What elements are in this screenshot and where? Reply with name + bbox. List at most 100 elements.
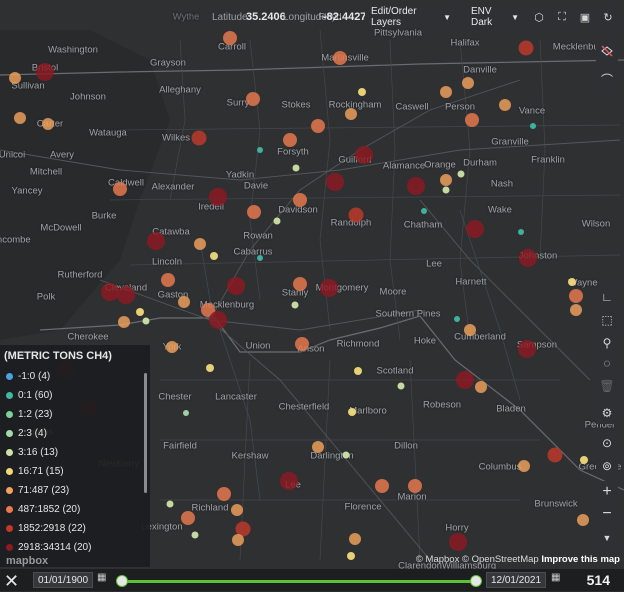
map-style-dropdown[interactable]: ENV Dark ▼ xyxy=(465,6,525,28)
legend-scrollbar[interactable] xyxy=(144,373,147,493)
emission-marker[interactable] xyxy=(118,316,130,328)
emission-marker[interactable] xyxy=(42,118,54,130)
emission-marker[interactable] xyxy=(358,88,366,96)
emission-marker[interactable] xyxy=(568,278,576,286)
lasso-icon[interactable]: ◌ xyxy=(596,352,618,374)
emission-marker[interactable] xyxy=(355,146,373,164)
emission-marker[interactable] xyxy=(462,77,474,89)
emission-marker[interactable] xyxy=(9,72,21,84)
emission-marker[interactable] xyxy=(209,188,227,206)
emission-marker[interactable] xyxy=(147,232,165,250)
emission-marker[interactable] xyxy=(577,514,589,526)
emission-marker[interactable] xyxy=(518,229,524,235)
emission-marker[interactable] xyxy=(466,220,484,238)
emission-marker[interactable] xyxy=(293,277,307,291)
emission-marker[interactable] xyxy=(570,304,582,316)
emission-marker[interactable] xyxy=(183,410,189,416)
emission-marker[interactable] xyxy=(209,311,227,329)
emission-marker[interactable] xyxy=(311,119,325,133)
measure-icon[interactable]: ⌒ xyxy=(596,68,618,90)
emission-marker[interactable] xyxy=(257,147,263,153)
legend-item[interactable]: 1:2 (23) xyxy=(6,409,52,420)
emission-marker[interactable] xyxy=(295,337,309,351)
emission-marker[interactable] xyxy=(499,99,511,111)
emission-marker[interactable] xyxy=(569,289,583,303)
filter-icon[interactable]: ⚙ xyxy=(596,402,618,424)
zoom-out-icon[interactable]: − xyxy=(596,503,618,525)
emission-marker[interactable] xyxy=(342,451,350,459)
emission-marker[interactable] xyxy=(464,324,476,336)
calendar-icon[interactable]: ▦ xyxy=(97,572,109,586)
emission-marker[interactable] xyxy=(519,249,537,267)
emission-marker[interactable] xyxy=(456,371,474,389)
trash-icon[interactable]: 🗑 xyxy=(596,375,618,397)
legend-item[interactable]: 71:487 (23) xyxy=(6,485,69,496)
emission-marker[interactable] xyxy=(273,217,281,225)
emission-marker[interactable] xyxy=(457,170,465,178)
emission-marker[interactable] xyxy=(166,341,178,353)
legend-item[interactable]: 0:1 (60) xyxy=(6,390,52,401)
emission-marker[interactable] xyxy=(442,186,450,194)
emission-marker[interactable] xyxy=(246,92,260,106)
legend-item[interactable]: 1852:2918 (22) xyxy=(6,523,86,534)
emission-marker[interactable] xyxy=(247,205,261,219)
angle-icon[interactable]: ∟ xyxy=(596,286,618,308)
emission-marker[interactable] xyxy=(210,252,218,260)
emission-marker[interactable] xyxy=(280,472,298,490)
emission-marker[interactable] xyxy=(283,133,297,147)
osm-attribution-link[interactable]: © OpenStreetMap xyxy=(462,554,539,565)
emission-marker[interactable] xyxy=(348,207,364,223)
emission-marker[interactable] xyxy=(349,533,361,545)
refresh-icon[interactable]: ↻ xyxy=(599,8,617,26)
improve-map-link[interactable]: Improve this map xyxy=(541,554,620,565)
emission-marker[interactable] xyxy=(232,534,244,546)
emission-marker[interactable] xyxy=(166,500,174,508)
emission-marker[interactable] xyxy=(292,164,300,172)
emission-marker[interactable] xyxy=(161,273,175,287)
emission-marker[interactable] xyxy=(231,504,243,516)
emission-marker[interactable] xyxy=(345,108,357,120)
emission-marker[interactable] xyxy=(354,367,362,375)
emission-marker[interactable] xyxy=(113,182,127,196)
emission-marker[interactable] xyxy=(257,255,263,261)
emission-marker[interactable] xyxy=(326,173,344,191)
emission-marker[interactable] xyxy=(408,479,422,493)
legend-item[interactable]: 487:1852 (20) xyxy=(6,504,80,515)
emission-marker[interactable] xyxy=(320,279,338,297)
emission-marker[interactable] xyxy=(142,317,150,325)
mapbox-logo[interactable]: mapbox xyxy=(6,555,48,567)
emission-marker[interactable] xyxy=(191,130,207,146)
emission-marker[interactable] xyxy=(580,456,588,464)
cube-icon[interactable]: ⬡ xyxy=(530,8,548,26)
zoom-in-icon[interactable]: + xyxy=(596,481,618,503)
layers-off-icon[interactable] xyxy=(596,40,618,62)
emission-marker[interactable] xyxy=(440,174,452,186)
emission-marker[interactable] xyxy=(454,316,460,322)
emission-marker[interactable] xyxy=(181,511,195,525)
emission-marker[interactable] xyxy=(333,51,347,65)
legend-item[interactable]: 3:16 (13) xyxy=(6,447,58,458)
legend-item[interactable]: 16:71 (15) xyxy=(6,466,64,477)
emission-marker[interactable] xyxy=(217,487,231,501)
emission-marker[interactable] xyxy=(518,340,536,358)
emission-marker[interactable] xyxy=(178,296,190,308)
timeline-end-handle[interactable] xyxy=(470,575,482,587)
timeline-start-handle[interactable] xyxy=(116,575,128,587)
end-date-input[interactable]: 12/01/2021 xyxy=(486,572,546,588)
emission-marker[interactable] xyxy=(530,123,536,129)
select-box-icon[interactable]: ⬚ xyxy=(596,309,618,331)
emission-marker[interactable] xyxy=(518,460,530,472)
emission-marker[interactable] xyxy=(36,63,54,81)
legend-item[interactable]: 2918:34314 (20) xyxy=(6,542,91,553)
emission-marker[interactable] xyxy=(397,382,405,390)
emission-marker[interactable] xyxy=(194,238,206,250)
emission-marker[interactable] xyxy=(465,113,479,127)
legend-item[interactable]: -1:0 (4) xyxy=(6,371,50,382)
edit-order-layers-dropdown[interactable]: Edit/Order Layers ▼ xyxy=(365,6,457,28)
emission-marker[interactable] xyxy=(206,364,214,372)
emission-marker[interactable] xyxy=(227,277,245,295)
emission-marker[interactable] xyxy=(101,283,119,301)
timeline-slider-track[interactable] xyxy=(121,580,475,583)
target-icon[interactable]: ⊙ xyxy=(596,432,618,454)
emission-marker[interactable] xyxy=(312,441,324,453)
